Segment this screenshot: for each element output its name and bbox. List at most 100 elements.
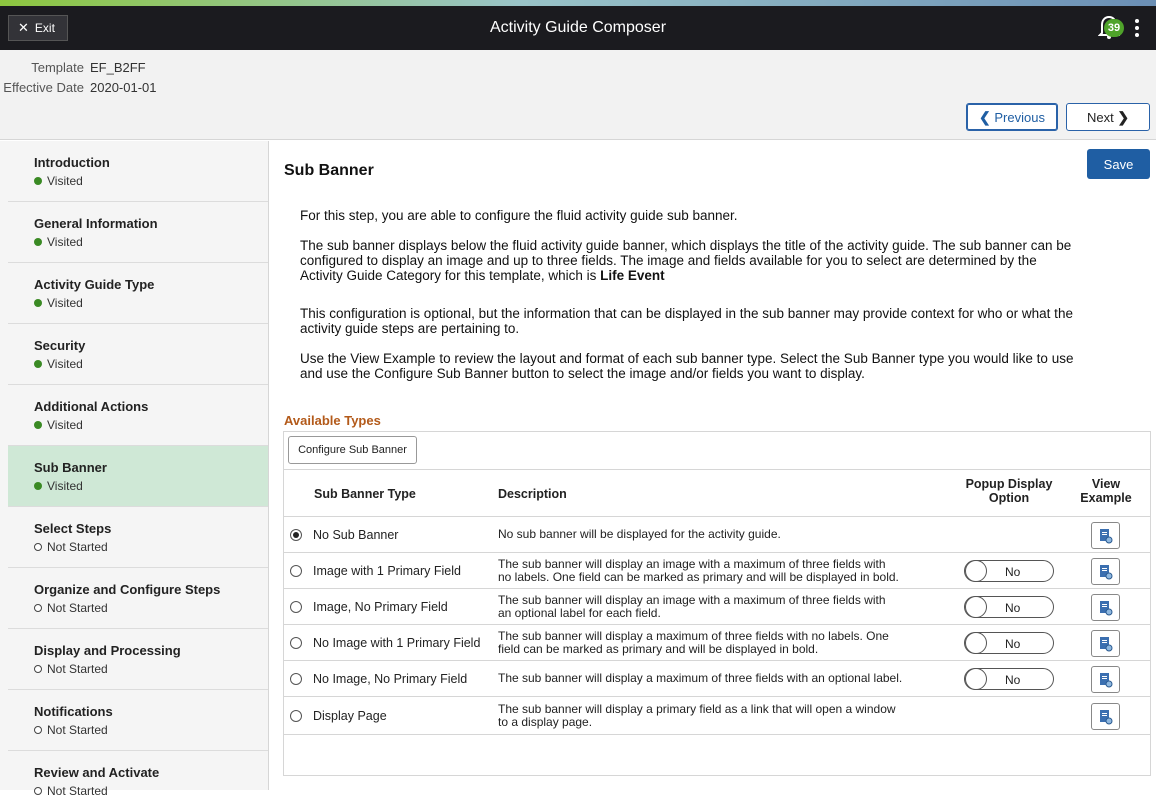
template-value: EF_B2FF <box>90 60 146 75</box>
previous-label: Previous <box>994 109 1045 125</box>
visited-dot-icon <box>34 238 42 246</box>
step-status: Not Started <box>34 784 108 798</box>
close-icon: ✕ <box>18 20 29 35</box>
paragraph-line: Use the View Example to review the layou… <box>300 351 1074 366</box>
sub-banner-type-radio[interactable] <box>290 637 302 649</box>
header-line: Popup Display <box>965 477 1053 491</box>
chevron-right-icon: ❯ <box>1117 108 1130 125</box>
sidebar-item-introduction[interactable]: Introduction Visited <box>8 141 268 202</box>
row-description: No sub banner will be displayed for the … <box>498 528 958 541</box>
sub-banner-type-radio[interactable] <box>290 529 302 541</box>
view-example-button[interactable] <box>1091 522 1120 549</box>
step-status: Not Started <box>34 601 108 615</box>
toggle-knob <box>965 560 987 582</box>
sidebar-item-display-and-processing[interactable]: Display and Processing Not Started <box>8 629 268 690</box>
template-row: Template EF_B2FF <box>0 60 146 75</box>
category-name: Life Event <box>600 268 665 283</box>
toggle-knob <box>965 596 987 618</box>
kebab-menu-icon[interactable] <box>1134 19 1140 39</box>
sub-banner-type-radio[interactable] <box>290 673 302 685</box>
sidebar-item-additional-actions[interactable]: Additional Actions Visited <box>8 385 268 446</box>
step-label: Select Steps <box>34 521 112 536</box>
view-example-button[interactable] <box>1091 703 1120 730</box>
exit-label: Exit <box>34 21 55 35</box>
status-text: Visited <box>47 296 83 310</box>
step-status: Visited <box>34 174 83 188</box>
sidebar-item-general-information[interactable]: General Information Visited <box>8 202 268 263</box>
exit-button[interactable]: ✕ Exit <box>8 15 68 41</box>
view-example-button[interactable] <box>1091 594 1120 621</box>
document-preview-icon <box>1100 529 1113 544</box>
view-example-button[interactable] <box>1091 666 1120 693</box>
toggle-knob <box>965 668 987 690</box>
step-label: Organize and Configure Steps <box>34 582 221 597</box>
next-button[interactable]: Next ❯ <box>1066 103 1150 131</box>
row-description: The sub banner will display a maximum of… <box>498 672 958 685</box>
view-example-button[interactable] <box>1091 558 1120 585</box>
sidebar-item-security[interactable]: Security Visited <box>8 324 268 385</box>
save-button[interactable]: Save <box>1087 149 1150 179</box>
app-header: ✕ Exit Activity Guide Composer 39 <box>0 6 1156 50</box>
column-header-view-example: View Example <box>1076 477 1136 505</box>
visited-dot-icon <box>34 177 42 185</box>
previous-button[interactable]: ❮ Previous <box>966 103 1058 131</box>
sub-banner-types-grid: Configure Sub Banner Sub Banner Type Des… <box>283 431 1151 776</box>
header-line: Option <box>988 491 1030 505</box>
step-label: Sub Banner <box>34 460 107 475</box>
notification-badge[interactable]: 39 <box>1104 19 1124 37</box>
sub-banner-type-radio[interactable] <box>290 710 302 722</box>
description-line: No sub banner will be displayed for the … <box>498 527 781 541</box>
step-status: Not Started <box>34 662 108 676</box>
sidebar-item-select-steps[interactable]: Select Steps Not Started <box>8 507 268 568</box>
sidebar-item-activity-guide-type[interactable]: Activity Guide Type Visited <box>8 263 268 324</box>
paragraph-text: Activity Guide Category for this templat… <box>300 268 601 283</box>
step-status: Not Started <box>34 540 108 554</box>
app-title: Activity Guide Composer <box>489 19 667 36</box>
status-text: Visited <box>47 418 83 432</box>
paragraph-line: Activity Guide Category for this templat… <box>300 268 1145 283</box>
visited-dot-icon <box>34 482 42 490</box>
step-status: Not Started <box>34 723 108 737</box>
sub-banner-type-label: No Image, No Primary Field <box>313 672 468 686</box>
popup-display-toggle[interactable]: No <box>964 596 1054 618</box>
column-header-popup: Popup Display Option <box>944 477 1074 505</box>
effective-date-value: 2020-01-01 <box>90 80 157 95</box>
chevron-left-icon: ❮ <box>979 108 991 125</box>
visited-dot-icon <box>34 360 42 368</box>
configure-sub-banner-button[interactable]: Configure Sub Banner <box>288 436 417 464</box>
toggle-label: No <box>1005 673 1021 687</box>
popup-display-toggle[interactable]: No <box>964 632 1054 654</box>
row-description: The sub banner will display a maximum of… <box>498 630 958 656</box>
step-label: Notifications <box>34 704 113 719</box>
sub-banner-type-radio[interactable] <box>290 601 302 613</box>
sub-banner-type-radio[interactable] <box>290 565 302 577</box>
step-status: Visited <box>34 296 83 310</box>
sidebar-item-notifications[interactable]: Notifications Not Started <box>8 690 268 751</box>
document-preview-icon <box>1100 710 1113 725</box>
status-text: Not Started <box>47 601 108 615</box>
step-status: Visited <box>34 235 83 249</box>
view-example-button[interactable] <box>1091 630 1120 657</box>
step-label: Introduction <box>34 155 110 170</box>
not-started-dot-icon <box>34 726 42 734</box>
intro-paragraph: For this step, you are able to configure… <box>300 208 738 223</box>
step-label: Activity Guide Type <box>34 277 155 292</box>
sub-banner-type-label: Display Page <box>313 709 387 723</box>
sidebar-item-sub-banner[interactable]: Sub Banner Visited <box>8 446 268 507</box>
visited-dot-icon <box>34 421 42 429</box>
effective-date-label: Effective Date <box>3 80 84 95</box>
step-status: Visited <box>34 479 83 493</box>
sub-banner-type-label: Image, No Primary Field <box>313 600 448 614</box>
popup-display-toggle[interactable]: No <box>964 560 1054 582</box>
optional-paragraph: This configuration is optional, but the … <box>300 306 1145 336</box>
toggle-label: No <box>1005 565 1021 579</box>
status-text: Not Started <box>47 662 108 676</box>
sidebar-item-review-and-activate[interactable]: Review and Activate Not Started <box>8 751 268 812</box>
paragraph-line: activity guide steps are pertaining to. <box>300 321 520 336</box>
visited-dot-icon <box>34 299 42 307</box>
sidebar-item-organize-and-configure-steps[interactable]: Organize and Configure Steps Not Started <box>8 568 268 629</box>
document-preview-icon <box>1100 637 1113 652</box>
popup-display-toggle[interactable]: No <box>964 668 1054 690</box>
step-status: Visited <box>34 418 83 432</box>
step-label: Additional Actions <box>34 399 149 414</box>
